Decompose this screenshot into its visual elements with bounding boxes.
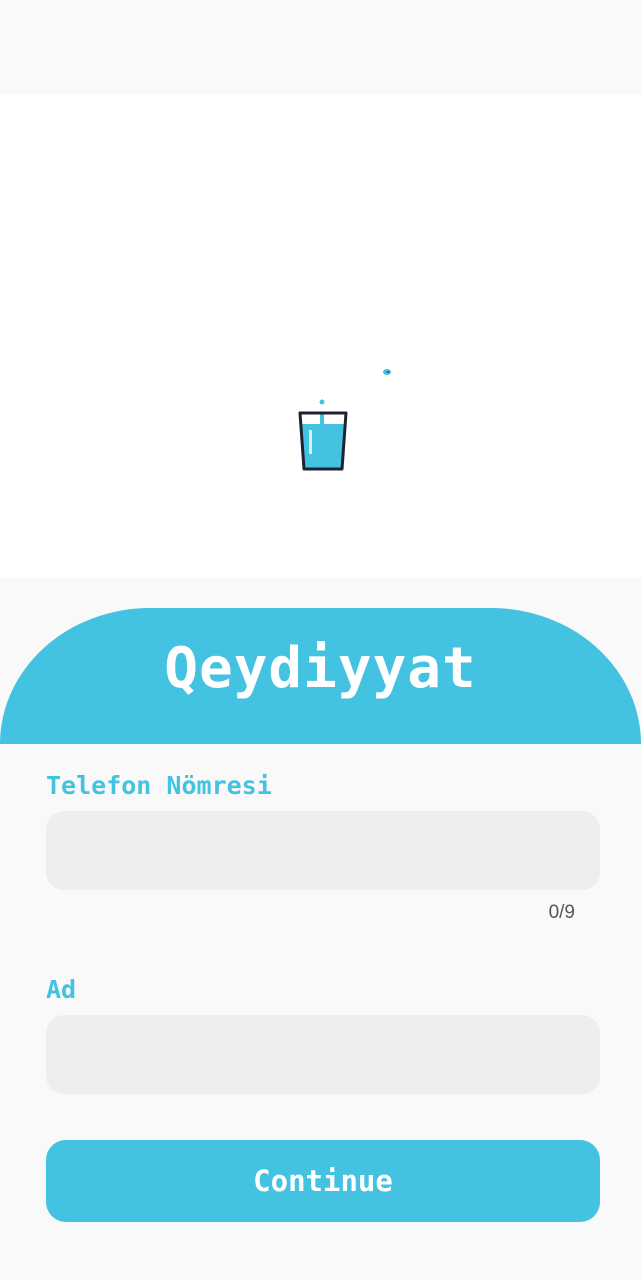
- continue-button[interactable]: Continue: [46, 1140, 600, 1222]
- name-label: Ad: [46, 975, 77, 1004]
- page-title: Qeydiyyat: [164, 635, 477, 701]
- name-input[interactable]: [46, 1015, 600, 1094]
- water-glass-icon: [298, 369, 391, 471]
- phone-label: Telefon Nömresi: [46, 771, 272, 800]
- phone-input[interactable]: [46, 811, 600, 890]
- header-banner: Qeydiyyat: [0, 608, 641, 744]
- drop-icon: [319, 399, 325, 405]
- status-bar: [0, 0, 641, 94]
- phone-char-counter: 0/9: [548, 902, 575, 923]
- registration-screen: Qeydiyyat Telefon Nömresi 0/9 Ad Continu…: [0, 0, 641, 1280]
- hero-illustration: [0, 94, 641, 578]
